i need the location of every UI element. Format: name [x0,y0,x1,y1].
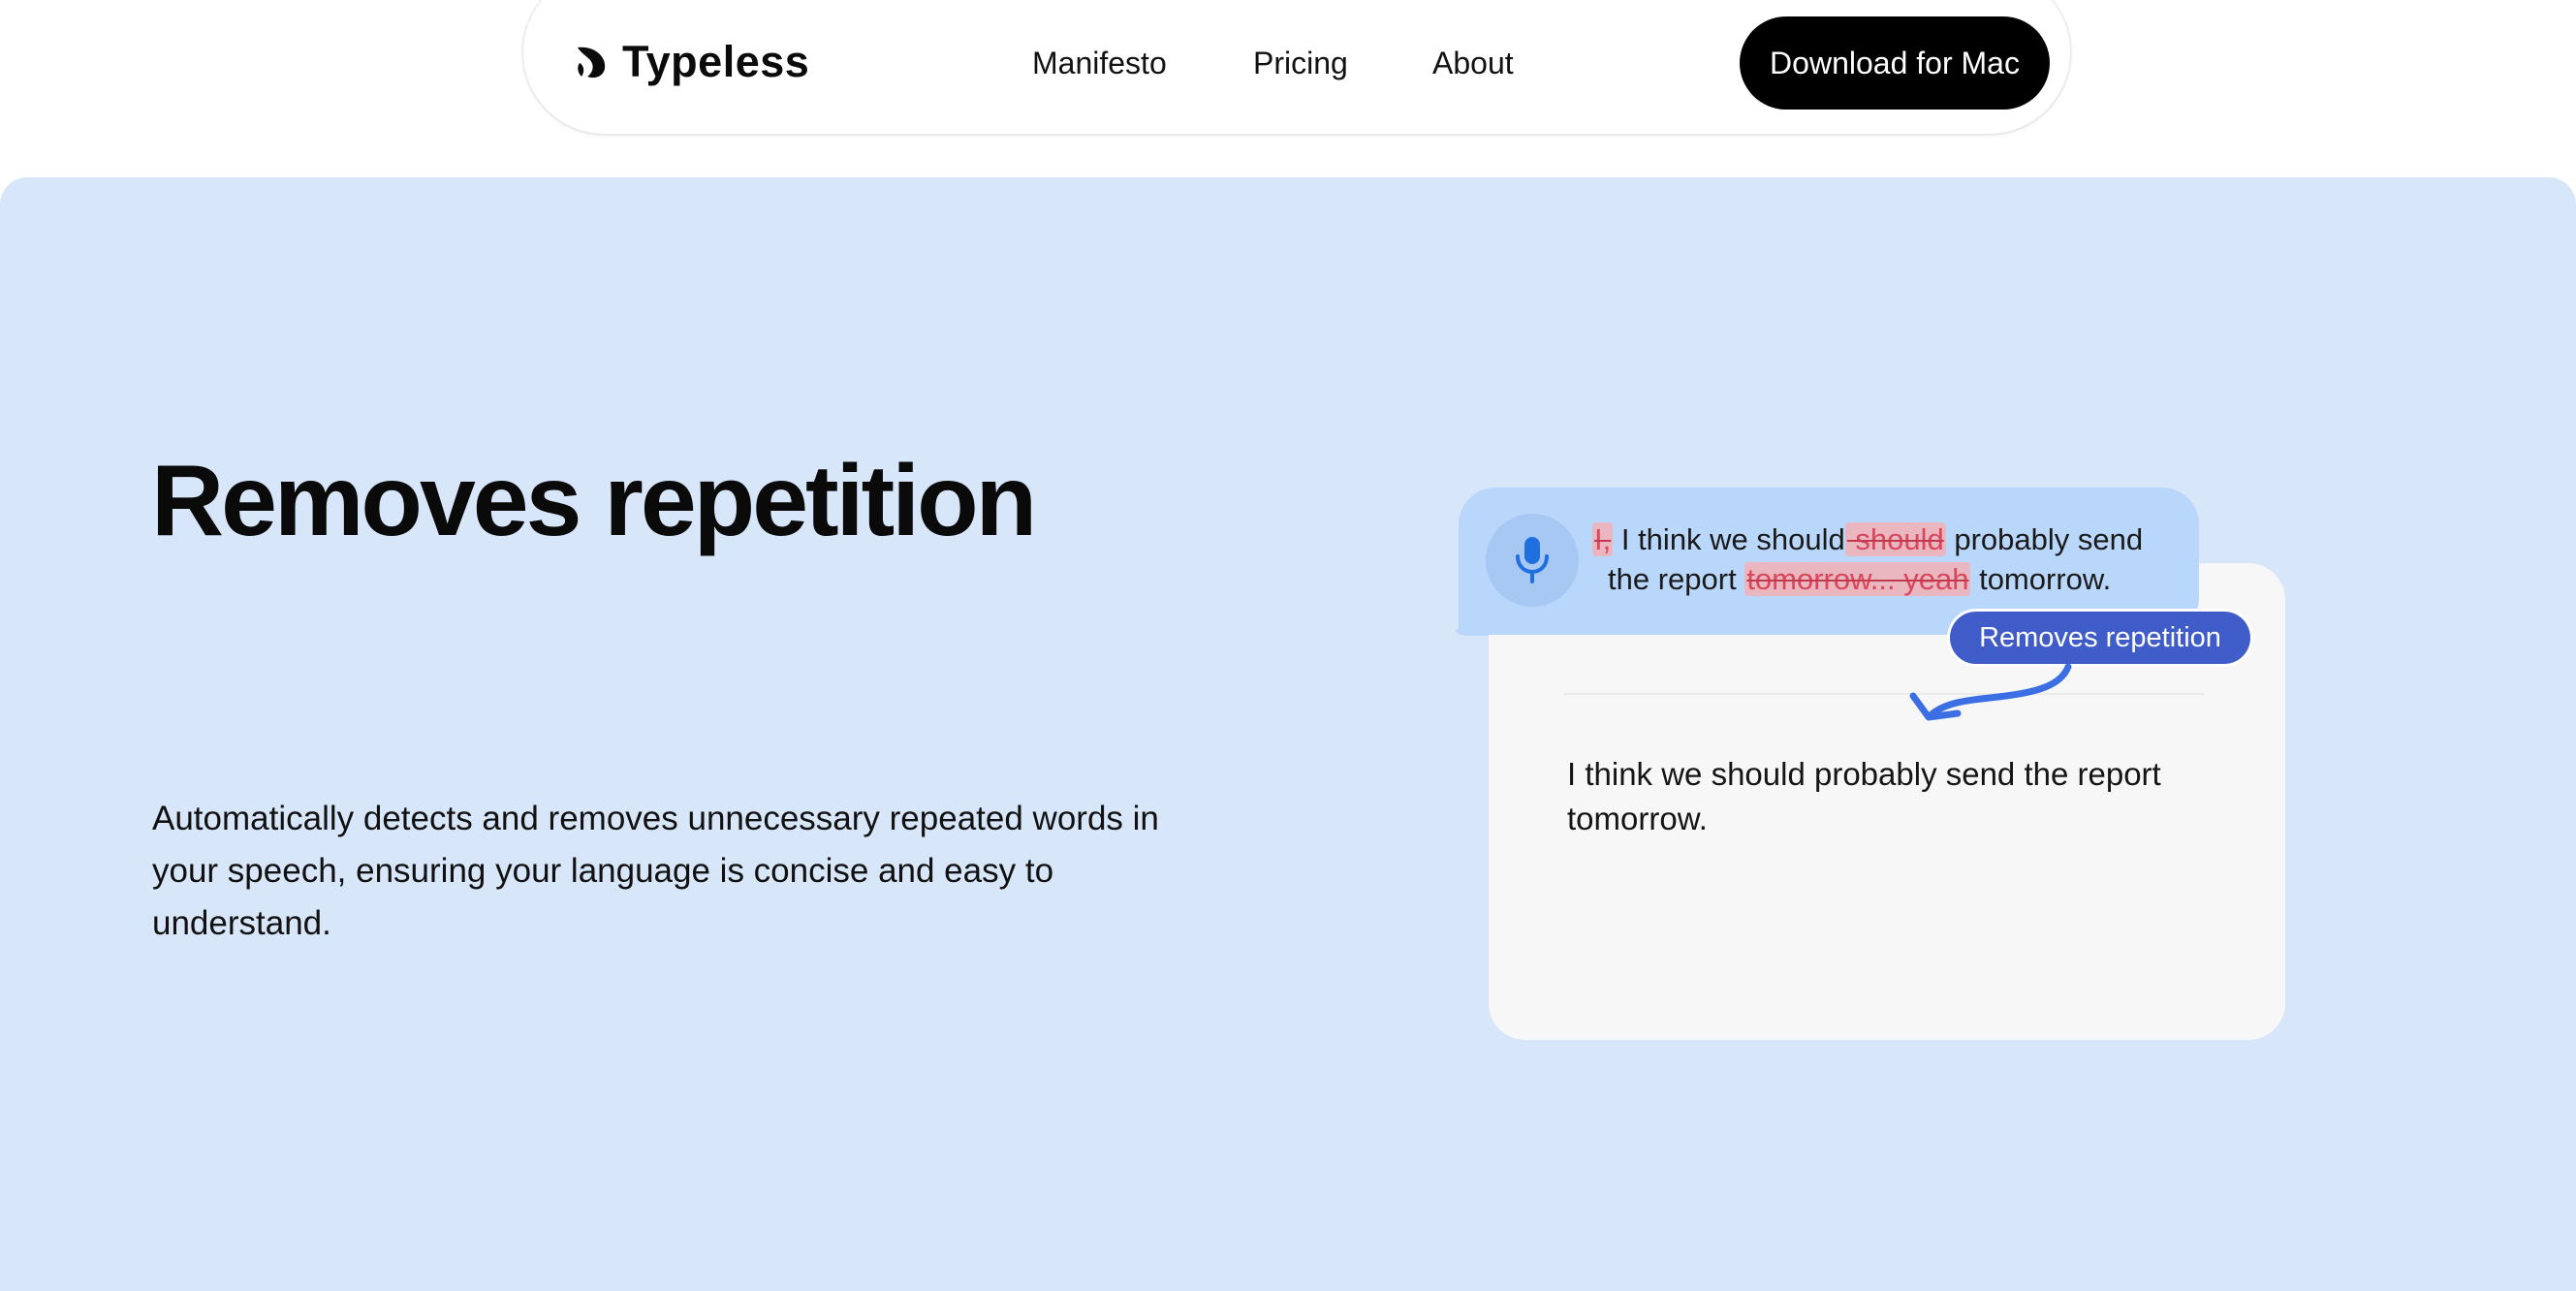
typeless-logo-icon [578,47,606,79]
removed-word: tomorrow... yeah [1744,562,1971,596]
kept-text: I think we should [1613,522,1845,556]
feature-description: Automatically detects and removes unnece… [152,800,1159,942]
kept-text: tomorrow. [1970,562,2112,596]
nav-link-pricing[interactable]: Pricing [1253,45,1348,81]
removes-repetition-tag: Removes repetition [1950,612,2250,664]
microphone-icon [1516,537,1549,583]
logo[interactable]: Typeless [574,37,809,87]
microphone-button[interactable] [1486,514,1579,607]
curved-arrow-icon [1909,663,2072,721]
kept-text: probably send [1945,522,2144,556]
nav-link-manifesto[interactable]: Manifesto [1032,45,1167,81]
nav-link-about[interactable]: About [1432,45,1514,81]
card-divider [1564,693,2204,695]
raw-transcript: I, I think we should should probably sen… [1592,520,2174,599]
transcript-line-1: I, I think we should should probably sen… [1592,520,2174,559]
logo-text: Typeless [622,37,810,86]
removed-word: I, [1592,522,1614,556]
transcript-line-2: the report tomorrow... yeah tomorrow. [1592,559,2174,599]
cleaned-output-text: I think we should probably send the repo… [1567,756,2161,836]
feature-title: Removes repetition [151,445,1037,557]
kept-text: the report [1608,562,1745,596]
removed-word: should [1844,522,1946,556]
top-navbar: Typeless Manifesto Pricing About Downloa… [523,0,2070,134]
download-for-mac-button[interactable]: Download for Mac [1740,16,2050,110]
